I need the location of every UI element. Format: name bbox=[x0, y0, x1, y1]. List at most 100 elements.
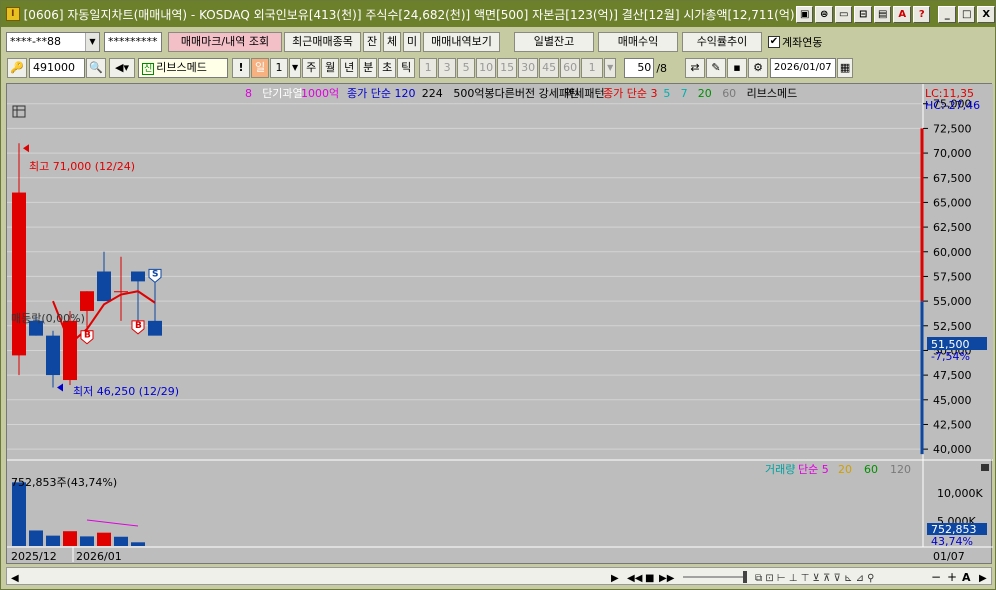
window-icon-6[interactable]: A bbox=[893, 5, 911, 23]
account-link-checkbox[interactable]: ✔ bbox=[768, 36, 780, 48]
stock-code-field[interactable]: 491000▼ bbox=[29, 58, 85, 78]
interval-10[interactable]: 10 bbox=[476, 58, 497, 78]
window-icon-1[interactable]: ▣ bbox=[795, 5, 814, 23]
candle[interactable] bbox=[148, 320, 162, 336]
scroll-left-icon[interactable]: ◀ bbox=[11, 573, 19, 584]
zoom-out-icon[interactable]: − bbox=[931, 570, 941, 584]
settings-icon[interactable]: ⚙ bbox=[748, 58, 769, 78]
period-second[interactable]: 초 bbox=[378, 58, 397, 78]
account-dropdown-icon[interactable]: ▼ bbox=[85, 33, 99, 51]
volume-legend-item[interactable]: 거래량 bbox=[765, 463, 795, 476]
close-button[interactable]: X bbox=[977, 5, 995, 23]
save-icon[interactable]: ▪ bbox=[727, 58, 748, 78]
interval-15[interactable]: 15 bbox=[497, 58, 518, 78]
rewind-icon[interactable]: ◀◀ bbox=[627, 573, 643, 584]
window-icon-3[interactable]: ▭ bbox=[834, 5, 853, 23]
password-field[interactable]: ********* bbox=[104, 32, 162, 52]
recent-trades-button[interactable]: 최근매매종목 bbox=[284, 32, 361, 52]
pending-button[interactable]: 미 bbox=[403, 32, 421, 52]
legend-item[interactable]: 리브스메드 bbox=[747, 87, 798, 100]
forward-icon[interactable]: ▶▶ bbox=[659, 573, 675, 584]
search-icon[interactable]: 🔍 bbox=[86, 58, 106, 78]
chart-area[interactable]: 75,000 72,500 70,000 67,500 65,000 62,500 60,0… bbox=[6, 83, 993, 565]
interval-60[interactable]: 60 bbox=[560, 58, 581, 78]
day-count[interactable]: 1 bbox=[270, 58, 288, 78]
candle[interactable] bbox=[114, 291, 128, 293]
chart-svg[interactable]: 75,00072,50070,00067,50065,00062,50060,0… bbox=[7, 84, 993, 565]
volume-bar[interactable] bbox=[29, 530, 43, 546]
legend-item[interactable]: 5 bbox=[663, 87, 670, 100]
return-trend-button[interactable]: 수익률추이 bbox=[682, 32, 762, 52]
legend-item[interactable]: 종가 단순 120 bbox=[347, 87, 415, 100]
interval-1[interactable]: 1 bbox=[419, 58, 438, 78]
volume-legend-item[interactable]: 단순 5 bbox=[798, 463, 829, 476]
code-dropdown-icon[interactable]: ▼ bbox=[70, 77, 84, 78]
period-year[interactable]: 년 bbox=[340, 58, 359, 78]
interval-5[interactable]: 5 bbox=[457, 58, 476, 78]
key-icon[interactable]: 🔑 bbox=[7, 58, 27, 78]
play-icon[interactable]: ▶ bbox=[611, 573, 619, 584]
volume-bar[interactable] bbox=[80, 536, 94, 546]
window-icon-5[interactable]: ▤ bbox=[873, 5, 892, 23]
volume-bar[interactable] bbox=[12, 482, 26, 546]
scroll-right-icon[interactable]: ▶ bbox=[979, 573, 987, 584]
volume-bar[interactable] bbox=[131, 542, 145, 546]
period-tick[interactable]: 틱 bbox=[397, 58, 416, 78]
volume-bar[interactable] bbox=[46, 535, 60, 546]
window-icon-4[interactable]: ⊟ bbox=[854, 5, 872, 23]
legend-item[interactable]: 약세패턴 bbox=[564, 86, 604, 100]
volume-bar[interactable] bbox=[97, 532, 111, 546]
interval-dropdown-icon[interactable]: ▼ bbox=[604, 58, 617, 78]
transfer-icon[interactable]: ⇄ bbox=[685, 58, 706, 78]
stop-icon[interactable]: ■ bbox=[645, 573, 654, 584]
candle[interactable] bbox=[131, 271, 145, 282]
zoom-in-icon[interactable]: + bbox=[947, 570, 957, 584]
volume-legend-item[interactable]: 60 bbox=[864, 463, 878, 476]
daily-balance-button[interactable]: 일별잔고 bbox=[514, 32, 594, 52]
legend-item[interactable]: 500억봉다른버전 강세패턴 bbox=[453, 87, 579, 100]
day-dropdown-icon[interactable]: ▼ bbox=[289, 58, 302, 78]
minimize-button[interactable]: _ bbox=[938, 5, 956, 23]
close-pane-icon[interactable] bbox=[981, 464, 989, 471]
help-icon[interactable]: ? bbox=[912, 5, 931, 23]
volume-bar[interactable] bbox=[63, 531, 77, 546]
legend-item[interactable]: 7 bbox=[681, 87, 688, 100]
data-count-field[interactable]: 50 bbox=[624, 58, 655, 78]
calendar-icon[interactable]: ▦ bbox=[837, 58, 854, 78]
legend-item[interactable]: 20 bbox=[698, 87, 712, 100]
chart-tool-icons[interactable]: ⧉ ⊡ ⊢ ⊥ ⊤ ⊻ ⊼ ⊽ ⊾ ⊿ ⚲ bbox=[755, 573, 874, 584]
period-month[interactable]: 월 bbox=[321, 58, 340, 78]
zoom-slider-thumb[interactable] bbox=[743, 571, 747, 583]
legend-item[interactable]: 60 bbox=[722, 87, 736, 100]
draw-tool-icon[interactable]: ✎ bbox=[706, 58, 727, 78]
stock-name-field[interactable]: 신 리브스메드 bbox=[138, 58, 228, 78]
candle[interactable] bbox=[12, 192, 26, 356]
volume-legend-item[interactable]: 120 bbox=[890, 463, 911, 476]
window-icon-2[interactable]: ⊜ bbox=[815, 5, 833, 23]
maximize-button[interactable]: □ bbox=[957, 5, 976, 23]
date-field[interactable]: 2026/01/07 bbox=[770, 58, 837, 78]
font-icon[interactable]: A bbox=[962, 571, 971, 584]
balance-button[interactable]: 잔 bbox=[363, 32, 381, 52]
mark-query-button[interactable]: 매매마크/내역 조회 bbox=[168, 32, 282, 52]
legend-item[interactable]: 종가 단순 3 bbox=[603, 87, 657, 100]
candle[interactable] bbox=[46, 335, 60, 376]
candle[interactable] bbox=[97, 271, 111, 302]
interval-3[interactable]: 3 bbox=[438, 58, 457, 78]
period-day[interactable]: 일 bbox=[251, 58, 269, 78]
volume-legend-item[interactable]: 20 bbox=[838, 463, 852, 476]
account-field[interactable]: ****-**88 ▼ bbox=[6, 32, 100, 52]
period-minute[interactable]: 분 bbox=[359, 58, 378, 78]
legend-item[interactable]: 1000억 bbox=[301, 87, 339, 100]
executed-button[interactable]: 체 bbox=[383, 32, 401, 52]
alert-icon[interactable]: ! bbox=[232, 58, 250, 78]
horizontal-scrollbar[interactable]: ◀ ▶ ◀◀ ■ ▶▶ ⧉ ⊡ ⊢ ⊥ ⊤ ⊻ ⊼ ⊽ ⊾ ⊿ ⚲ − + A … bbox=[6, 567, 992, 585]
candle[interactable] bbox=[80, 291, 94, 311]
interval-45[interactable]: 45 bbox=[539, 58, 560, 78]
period-week[interactable]: 주 bbox=[302, 58, 321, 78]
interval-value[interactable]: 1 bbox=[581, 58, 604, 78]
speaker-icon[interactable]: ◀▾ bbox=[109, 58, 135, 78]
trade-profit-button[interactable]: 매매수익 bbox=[598, 32, 678, 52]
legend-item[interactable]: 224 bbox=[422, 87, 443, 100]
legend-item[interactable]: 단기과열 bbox=[262, 87, 302, 100]
